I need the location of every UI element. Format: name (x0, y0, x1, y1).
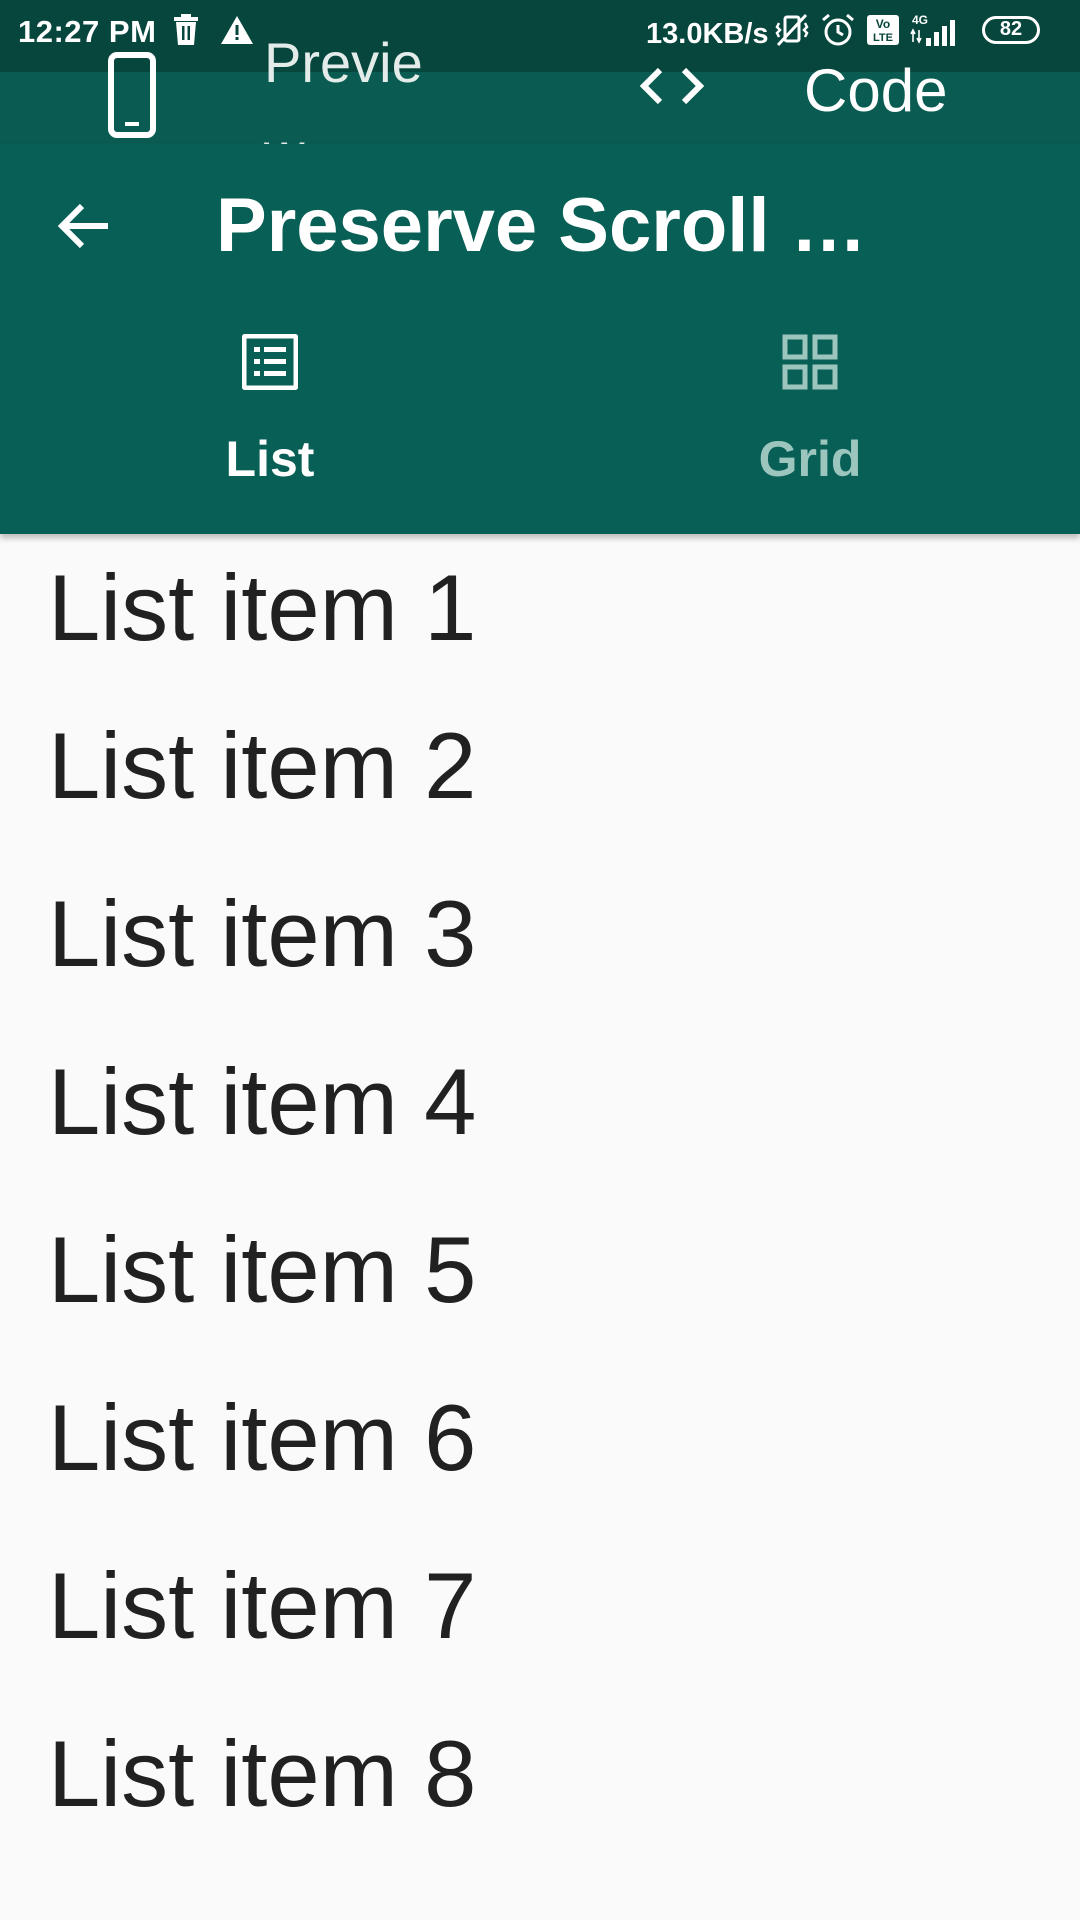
list-item[interactable]: List item 2 (0, 682, 1080, 850)
tab-grid[interactable]: Grid (540, 334, 1080, 534)
back-arrow-icon[interactable] (52, 194, 116, 258)
list-icon (242, 334, 298, 390)
warning-icon (221, 16, 253, 44)
screen: 12:27 PM 13.0KB/s Vo LTE 4G 82 Previe Co… (0, 0, 1080, 1920)
item-list[interactable]: List item 1 List item 2 List item 3 List… (0, 534, 1080, 1858)
list-item[interactable]: List item 6 (0, 1354, 1080, 1522)
list-item[interactable]: List item 7 (0, 1522, 1080, 1690)
code-icon[interactable] (640, 64, 704, 108)
svg-text:Vo: Vo (876, 17, 890, 31)
status-right-icons: Vo LTE 4G 82 (774, 12, 1040, 48)
volte-icon: Vo LTE (867, 15, 899, 45)
phone-icon[interactable] (108, 52, 156, 138)
svg-text:LTE: LTE (873, 32, 893, 44)
list-item[interactable]: List item 8 (0, 1690, 1080, 1858)
list-item[interactable]: List item 1 (0, 534, 1080, 682)
tab-list[interactable]: List (0, 334, 540, 534)
battery-icon: 82 (982, 16, 1040, 44)
4g-signal-icon: 4G (910, 13, 955, 46)
battery-level: 82 (999, 18, 1023, 40)
tab-list-label: List (225, 431, 315, 487)
grid-icon (782, 334, 838, 390)
list-item[interactable]: List item 5 (0, 1186, 1080, 1354)
svg-text:4G: 4G (912, 13, 928, 27)
list-item[interactable]: List item 4 (0, 1018, 1080, 1186)
trash-icon (174, 14, 198, 45)
alarm-icon (822, 13, 854, 46)
tab-grid-label: Grid (758, 431, 862, 487)
status-time: 12:27 PM (18, 14, 157, 49)
network-speed: 13.0KB/s (646, 18, 769, 50)
status-left-icons (172, 14, 254, 46)
page-title: Preserve Scroll … (216, 183, 867, 268)
app-bar: Preserve Scroll … List Grid (0, 144, 1080, 534)
preview-code-bar: Preview Code (0, 31, 1080, 184)
vibrate-off-icon (775, 13, 809, 47)
code-tab-label[interactable]: Code (804, 56, 947, 125)
list-item[interactable]: List item 3 (0, 850, 1080, 1018)
